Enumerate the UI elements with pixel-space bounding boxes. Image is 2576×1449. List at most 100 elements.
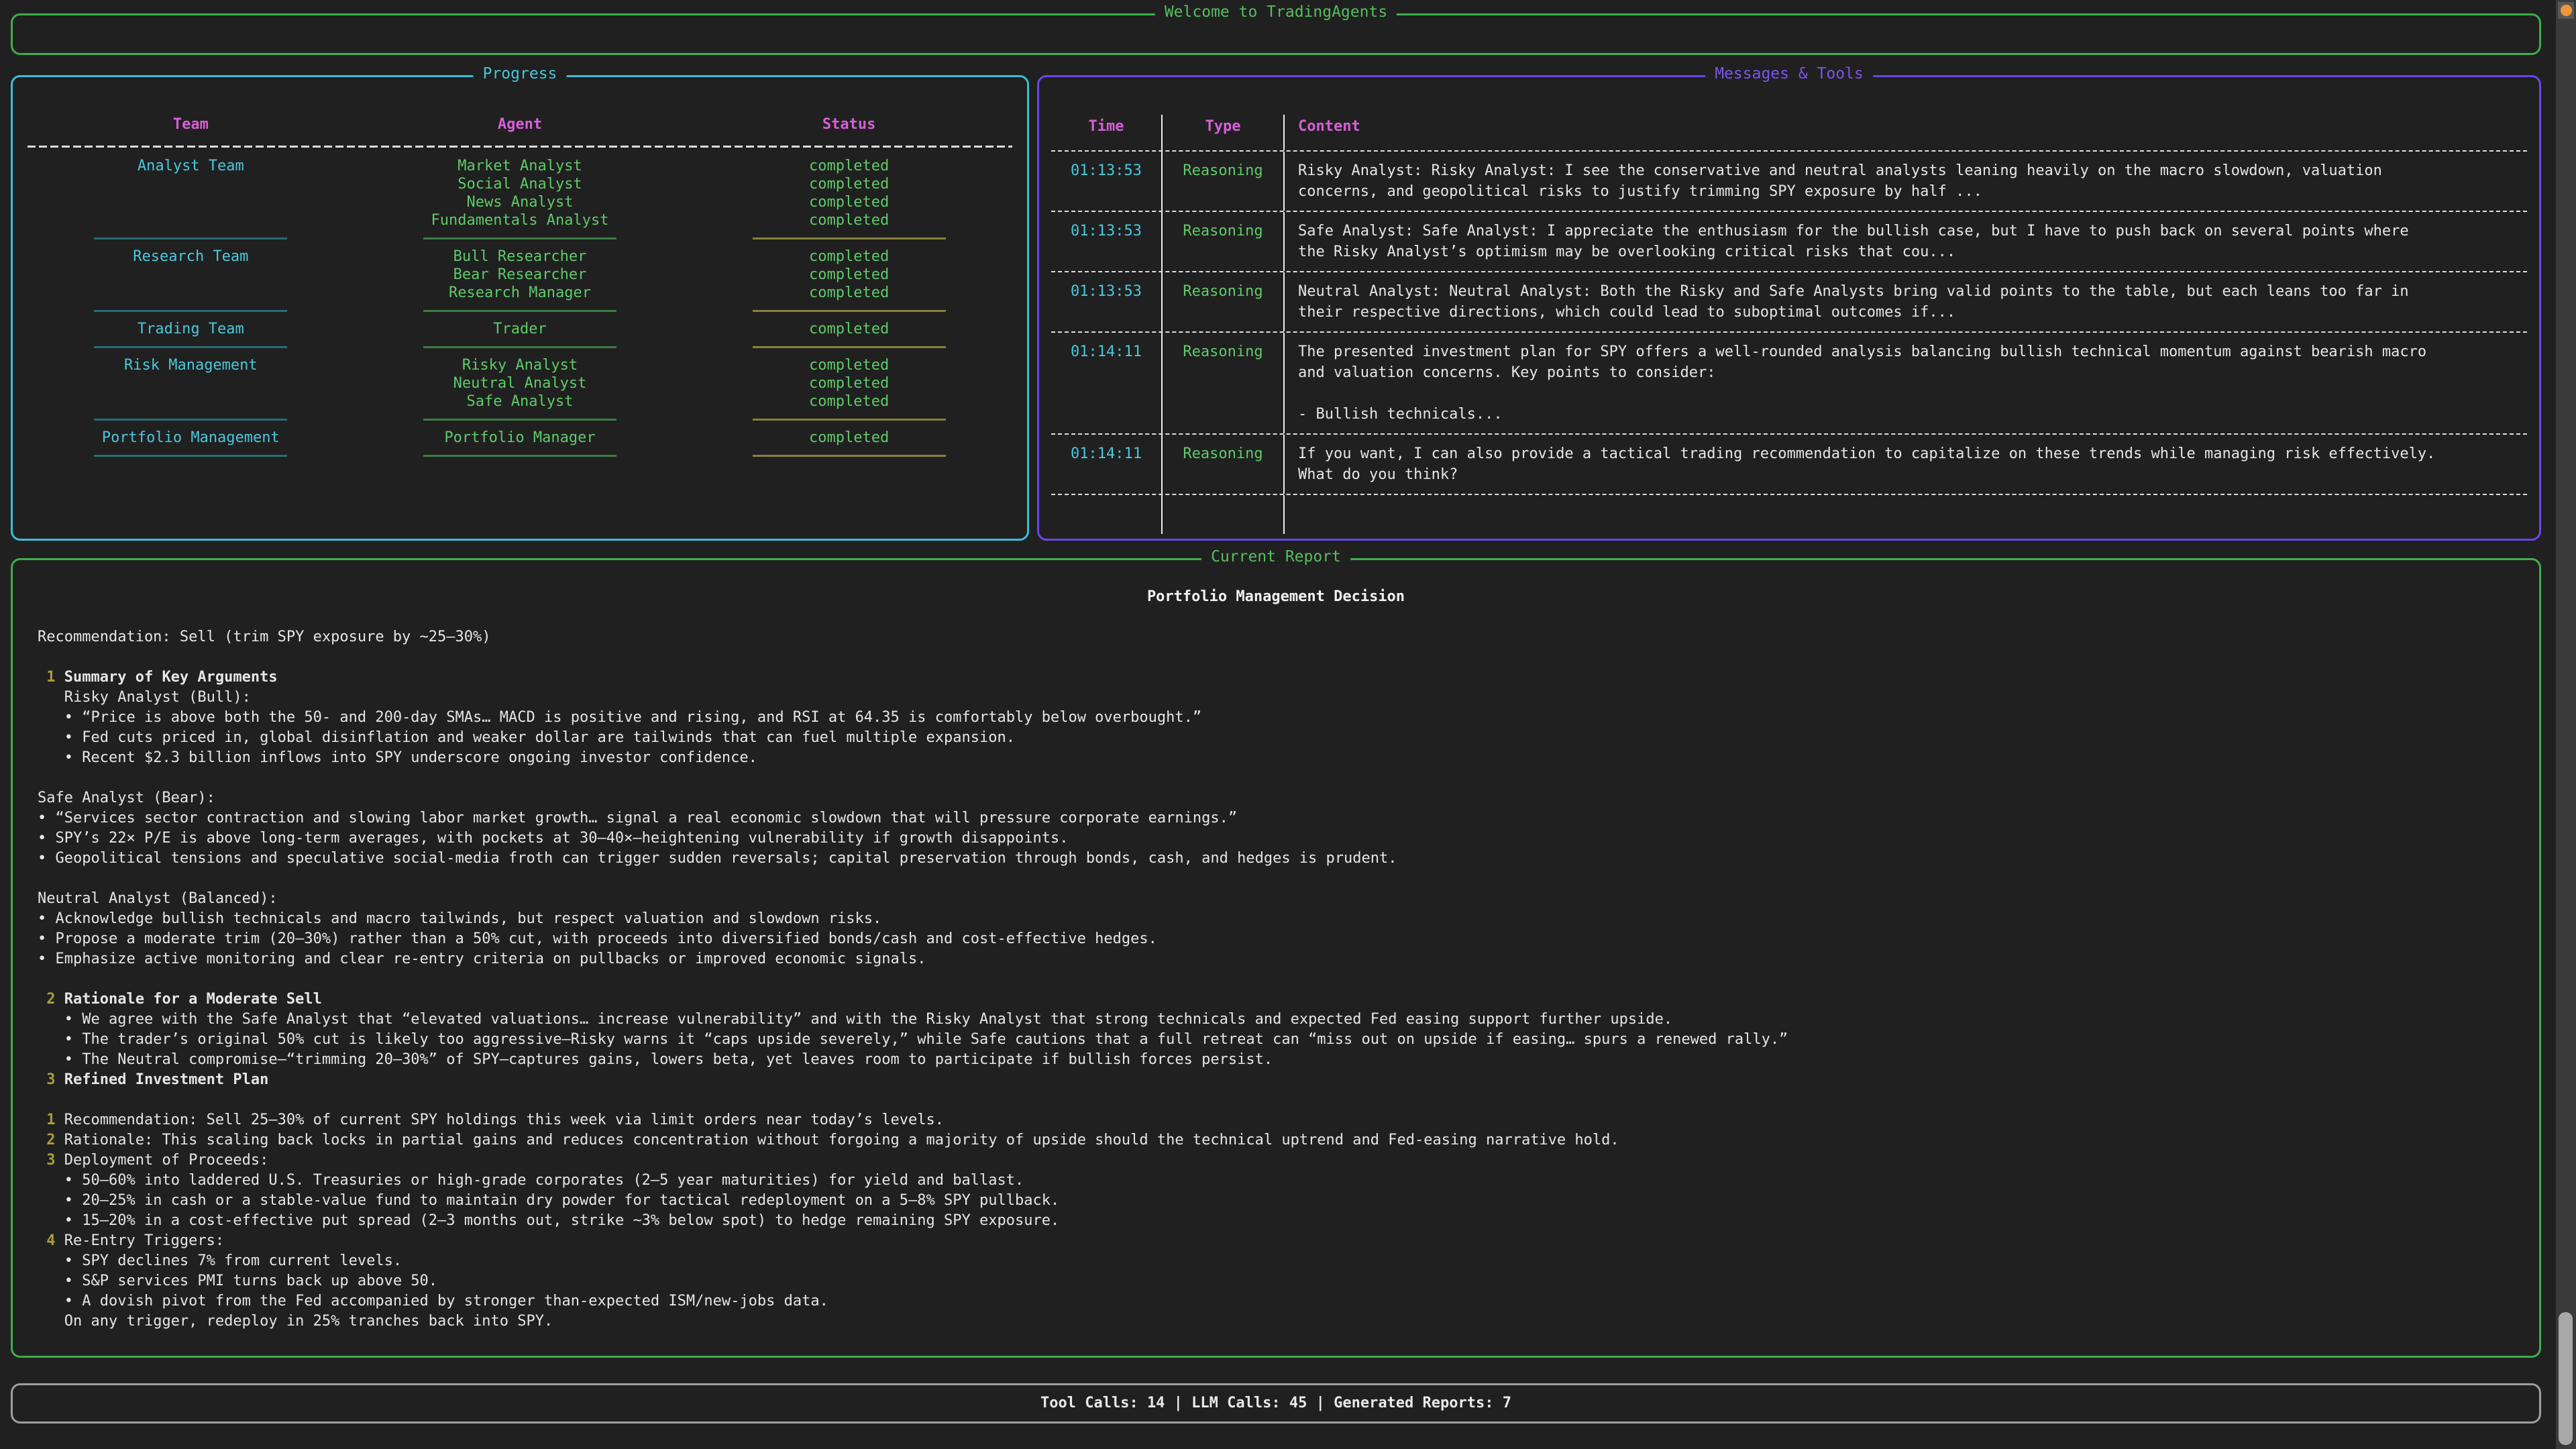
- progress-row: Social Analystcompleted: [26, 175, 1014, 193]
- progress-table: Team Agent Status Analyst TeamMarket Ana…: [26, 115, 1014, 465]
- report-line: • Recent $2.3 billion inflows into SPY u…: [38, 748, 2514, 768]
- progress-row: Research TeamBull Researchercompleted: [26, 248, 1014, 266]
- team-label: Portfolio Management: [26, 429, 356, 447]
- message-content: If you want, I can also provide a tactic…: [1285, 435, 2527, 494]
- scrollbar-track[interactable]: [2556, 0, 2576, 1449]
- team-label: [26, 193, 356, 211]
- report-line: • SPY’s 22× P/E is above long-term avera…: [38, 828, 2514, 849]
- header-separator: [28, 146, 1012, 148]
- team-label: Trading Team: [26, 320, 356, 338]
- report-line: Neutral Analyst (Balanced):: [38, 889, 2514, 909]
- welcome-banner: Welcome to TradingAgents: [11, 13, 2541, 55]
- status-label: completed: [684, 157, 1014, 175]
- progress-panel: Progress Team Agent Status Analyst TeamM…: [11, 75, 1029, 541]
- message-content: Risky Analyst: Risky Analyst: I see the …: [1285, 152, 2527, 211]
- report-line: • A dovish pivot from the Fed accompanie…: [38, 1291, 2514, 1311]
- progress-row: Analyst TeamMarket Analystcompleted: [26, 157, 1014, 175]
- team-label: [26, 374, 356, 392]
- report-line: 3 Refined Investment Plan: [38, 1070, 2514, 1090]
- column-header-content: Content: [1285, 115, 2527, 150]
- messages-panel-title: Messages & Tools: [1705, 65, 1873, 83]
- progress-table-body: Analyst TeamMarket AnalystcompletedSocia…: [26, 157, 1014, 465]
- message-row: 01:13:53ReasoningSafe Analyst: Safe Anal…: [1051, 212, 2527, 272]
- progress-row: Fundamentals Analystcompleted: [26, 211, 1014, 229]
- agent-label: Research Manager: [356, 284, 685, 302]
- messages-table-body: 01:13:53ReasoningRisky Analyst: Risky An…: [1051, 152, 2527, 495]
- agent-label: Bull Researcher: [356, 248, 685, 266]
- message-row: 01:14:11ReasoningIf you want, I can also…: [1051, 435, 2527, 495]
- status-label: completed: [684, 175, 1014, 193]
- messages-table: Time Type Content 01:13:53ReasoningRisky…: [1051, 115, 2527, 534]
- message-time: 01:14:11: [1051, 435, 1163, 494]
- report-panel: Current Report Portfolio Management Deci…: [11, 558, 2541, 1358]
- team-label: [26, 284, 356, 302]
- status-label: completed: [684, 356, 1014, 374]
- column-header-type: Type: [1163, 115, 1285, 150]
- report-line: 1 Summary of Key Arguments: [38, 667, 2514, 688]
- message-type: Reasoning: [1163, 152, 1285, 211]
- report-line: • The Neutral compromise—“trimming 20–30…: [38, 1050, 2514, 1070]
- scroll-indicator-button[interactable]: [2558, 2, 2574, 19]
- progress-row: Research Managercompleted: [26, 284, 1014, 302]
- message-type: Reasoning: [1163, 212, 1285, 271]
- tradingagents-terminal: Welcome to TradingAgents Progress Team A…: [0, 0, 2576, 1449]
- agent-label: News Analyst: [356, 193, 685, 211]
- report-line: Risky Analyst (Bull):: [38, 688, 2514, 708]
- status-label: completed: [684, 284, 1014, 302]
- agent-label: Risky Analyst: [356, 356, 685, 374]
- message-row: 01:14:11ReasoningThe presented investmen…: [1051, 333, 2527, 435]
- message-row: 01:13:53ReasoningRisky Analyst: Risky An…: [1051, 152, 2527, 212]
- report-line: • The trader’s original 50% cut is likel…: [38, 1030, 2514, 1050]
- report-line: 4 Re-Entry Triggers:: [38, 1231, 2514, 1251]
- report-line: • Fed cuts priced in, global disinflatio…: [38, 728, 2514, 748]
- status-label: completed: [684, 320, 1014, 338]
- report-line: • We agree with the Safe Analyst that “e…: [38, 1010, 2514, 1030]
- report-line: • Propose a moderate trim (20–30%) rathe…: [38, 929, 2514, 949]
- agent-label: Social Analyst: [356, 175, 685, 193]
- column-header-team: Team: [26, 115, 356, 135]
- message-type: Reasoning: [1163, 272, 1285, 331]
- report-body: Portfolio Management Decision Recommenda…: [13, 587, 2539, 1332]
- message-time: 01:13:53: [1051, 272, 1163, 331]
- agent-label: Neutral Analyst: [356, 374, 685, 392]
- report-line: • Emphasize active monitoring and clear …: [38, 949, 2514, 969]
- message-content: Safe Analyst: Safe Analyst: I appreciate…: [1285, 212, 2527, 271]
- column-header-status: Status: [684, 115, 1014, 135]
- progress-row: Risk ManagementRisky Analystcompleted: [26, 356, 1014, 374]
- group-separator: [26, 229, 1014, 248]
- report-heading: Portfolio Management Decision: [38, 587, 2514, 607]
- report-line: • 15–20% in a cost-effective put spread …: [38, 1211, 2514, 1231]
- column-header-agent: Agent: [356, 115, 685, 135]
- welcome-title: Welcome to TradingAgents: [1155, 3, 1397, 21]
- status-label: completed: [684, 266, 1014, 284]
- report-line: 3 Deployment of Proceeds:: [38, 1150, 2514, 1171]
- message-time: 01:13:53: [1051, 212, 1163, 271]
- messages-table-filler: [1051, 495, 2527, 534]
- report-line: [38, 607, 2514, 627]
- team-label: Analyst Team: [26, 157, 356, 175]
- agent-label: Portfolio Manager: [356, 429, 685, 447]
- report-line: 1 Recommendation: Sell 25–30% of current…: [38, 1110, 2514, 1130]
- report-line: • 20–25% in cash or a stable-value fund …: [38, 1191, 2514, 1211]
- team-label: Research Team: [26, 248, 356, 266]
- message-type: Reasoning: [1163, 333, 1285, 433]
- footer-bar: Tool Calls: 14 | LLM Calls: 45 | Generat…: [11, 1383, 2541, 1424]
- status-label: completed: [684, 374, 1014, 392]
- report-line: Recommendation: Sell (trim SPY exposure …: [38, 627, 2514, 647]
- report-line: • SPY declines 7% from current levels.: [38, 1251, 2514, 1271]
- report-lines: Recommendation: Sell (trim SPY exposure …: [38, 607, 2514, 1332]
- team-label: [26, 175, 356, 193]
- list-number: 1: [46, 1112, 55, 1128]
- list-number: 3: [46, 1152, 55, 1169]
- report-panel-title: Current Report: [1201, 548, 1350, 566]
- status-label: completed: [684, 248, 1014, 266]
- orange-dot-icon: [2561, 5, 2572, 16]
- messages-table-header: Time Type Content: [1051, 115, 2527, 152]
- agent-label: Safe Analyst: [356, 392, 685, 411]
- progress-row: Bear Researchercompleted: [26, 266, 1014, 284]
- team-label: [26, 266, 356, 284]
- message-type: Reasoning: [1163, 435, 1285, 494]
- progress-panel-title: Progress: [474, 65, 567, 83]
- scrollbar-thumb[interactable]: [2559, 1312, 2573, 1445]
- agent-label: Fundamentals Analyst: [356, 211, 685, 229]
